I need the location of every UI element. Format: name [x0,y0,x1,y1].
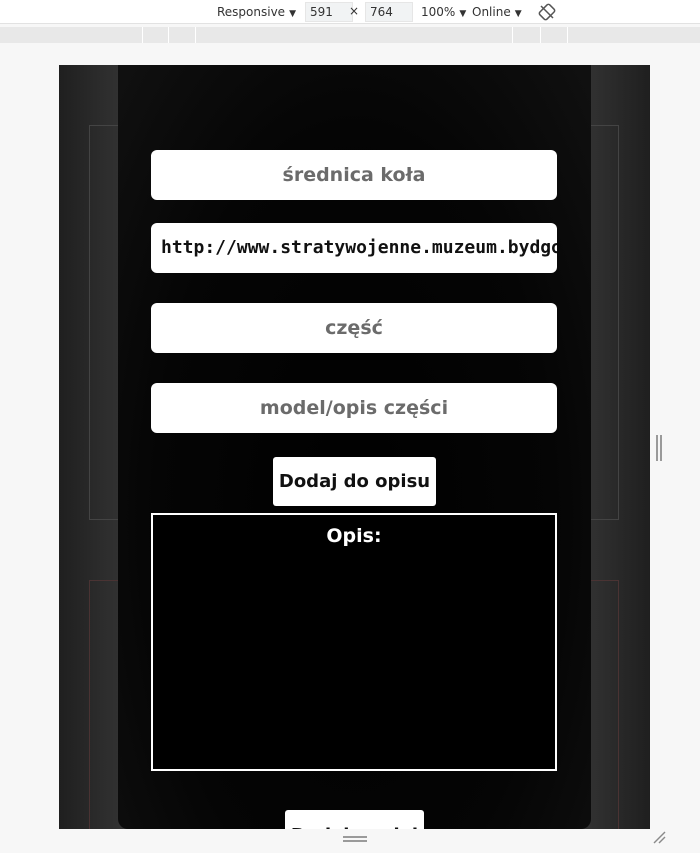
add-to-description-button[interactable]: Dodaj do opisu [273,457,436,506]
description-box[interactable]: Opis: [151,513,557,771]
zoom-dropdown[interactable]: 100% ▼ [421,5,466,19]
dimension-separator: × [349,4,360,18]
url-input[interactable]: http://www.stratywojenne.muzeum.bydgoszc… [151,223,557,273]
network-throttle-dropdown[interactable]: Online ▼ [472,5,522,19]
emulated-viewport: http://www.stratywojenne.muzeum.bydgoszc… [59,65,650,829]
network-label: Online [472,5,511,19]
device-mode-dropdown[interactable]: Responsive ▼ [217,5,296,19]
part-input[interactable] [151,303,557,353]
rotate-icon[interactable] [538,3,556,21]
resize-corner-icon[interactable] [652,830,666,844]
add-model-modal: http://www.stratywojenne.muzeum.bydgoszc… [118,65,591,829]
device-mode-label: Responsive [217,5,286,19]
devtools-device-toolbar: Responsive ▼ 591 × 764 100% ▼ Online ▼ [0,0,700,24]
caret-down-icon: ▼ [514,9,522,19]
viewport-width-input[interactable]: 591 [305,2,353,22]
resize-handle-bottom[interactable] [343,836,367,842]
zoom-label: 100% [421,5,456,19]
wheel-diameter-input[interactable] [151,150,557,200]
media-query-ruler[interactable] [0,27,700,43]
viewport-height-input[interactable]: 764 [365,2,413,22]
caret-down-icon: ▼ [459,9,467,19]
part-model-input[interactable] [151,383,557,433]
add-model-button[interactable]: Dodaj model [285,810,424,829]
description-label: Opis: [326,525,382,547]
caret-down-icon: ▼ [289,9,296,19]
resize-handle-right[interactable] [656,435,662,461]
